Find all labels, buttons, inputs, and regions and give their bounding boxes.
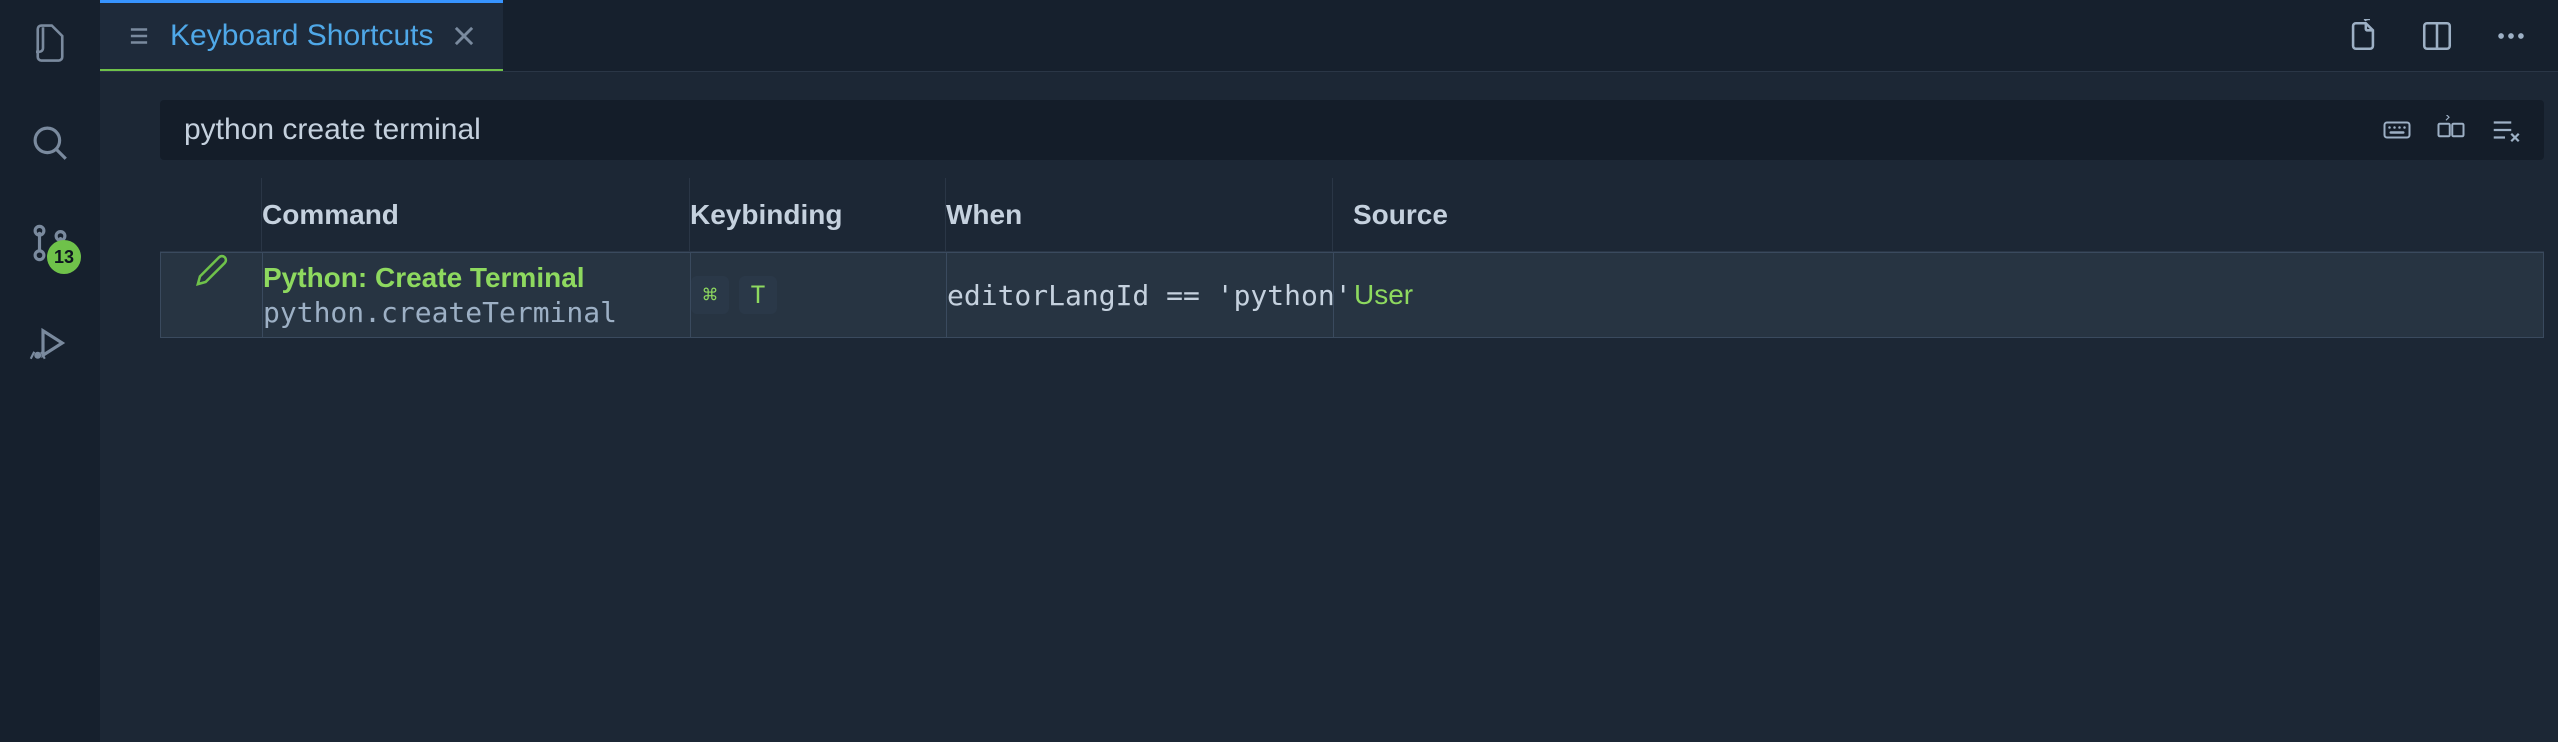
search-icon[interactable] [25,118,75,168]
header-command[interactable]: Command [262,178,690,251]
edit-icon[interactable] [161,253,263,337]
clear-filter-icon[interactable] [2490,115,2520,145]
run-debug-icon[interactable] [25,318,75,368]
table-row[interactable]: Python: Create Terminal python.createTer… [160,252,2544,338]
tab-title: Keyboard Shortcuts [170,19,433,53]
tab-keyboard-shortcuts[interactable]: Keyboard Shortcuts [100,0,503,71]
search-input[interactable] [184,113,2382,147]
header-when[interactable]: When [946,178,1333,251]
editor-area: Keyboard Shortcuts [100,0,2558,742]
source-cell: User [1334,253,2543,337]
list-icon [126,23,152,49]
when-cell: editorLangId == 'python' [947,253,1334,337]
key: ⌘ [691,276,729,314]
close-icon[interactable] [451,23,477,49]
split-editor-icon[interactable] [2420,19,2454,53]
activity-bar: 13 [0,0,100,742]
explorer-icon[interactable] [25,18,75,68]
search-bar [160,100,2544,160]
source-control-icon[interactable]: 13 [25,218,75,268]
key: T [739,276,777,314]
table-header: Command Keybinding When Source [160,178,2544,252]
keyboard-shortcuts-content: Command Keybinding When Source Python: C… [100,72,2558,742]
editor-actions [2346,0,2558,71]
command-cell: Python: Create Terminal python.createTer… [263,253,691,337]
shortcuts-table: Command Keybinding When Source Python: C… [160,178,2544,338]
header-source[interactable]: Source [1333,178,2544,251]
open-file-icon[interactable] [2346,19,2380,53]
scm-badge: 13 [47,240,81,274]
record-keys-icon[interactable] [2382,115,2412,145]
sort-precedence-icon[interactable] [2436,115,2466,145]
command-title: Python: Create Terminal [263,262,690,294]
more-actions-icon[interactable] [2494,19,2528,53]
keybinding-cell: ⌘ T [691,253,947,337]
header-keybinding[interactable]: Keybinding [690,178,946,251]
tab-bar: Keyboard Shortcuts [100,0,2558,72]
command-id: python.createTerminal [263,296,690,329]
